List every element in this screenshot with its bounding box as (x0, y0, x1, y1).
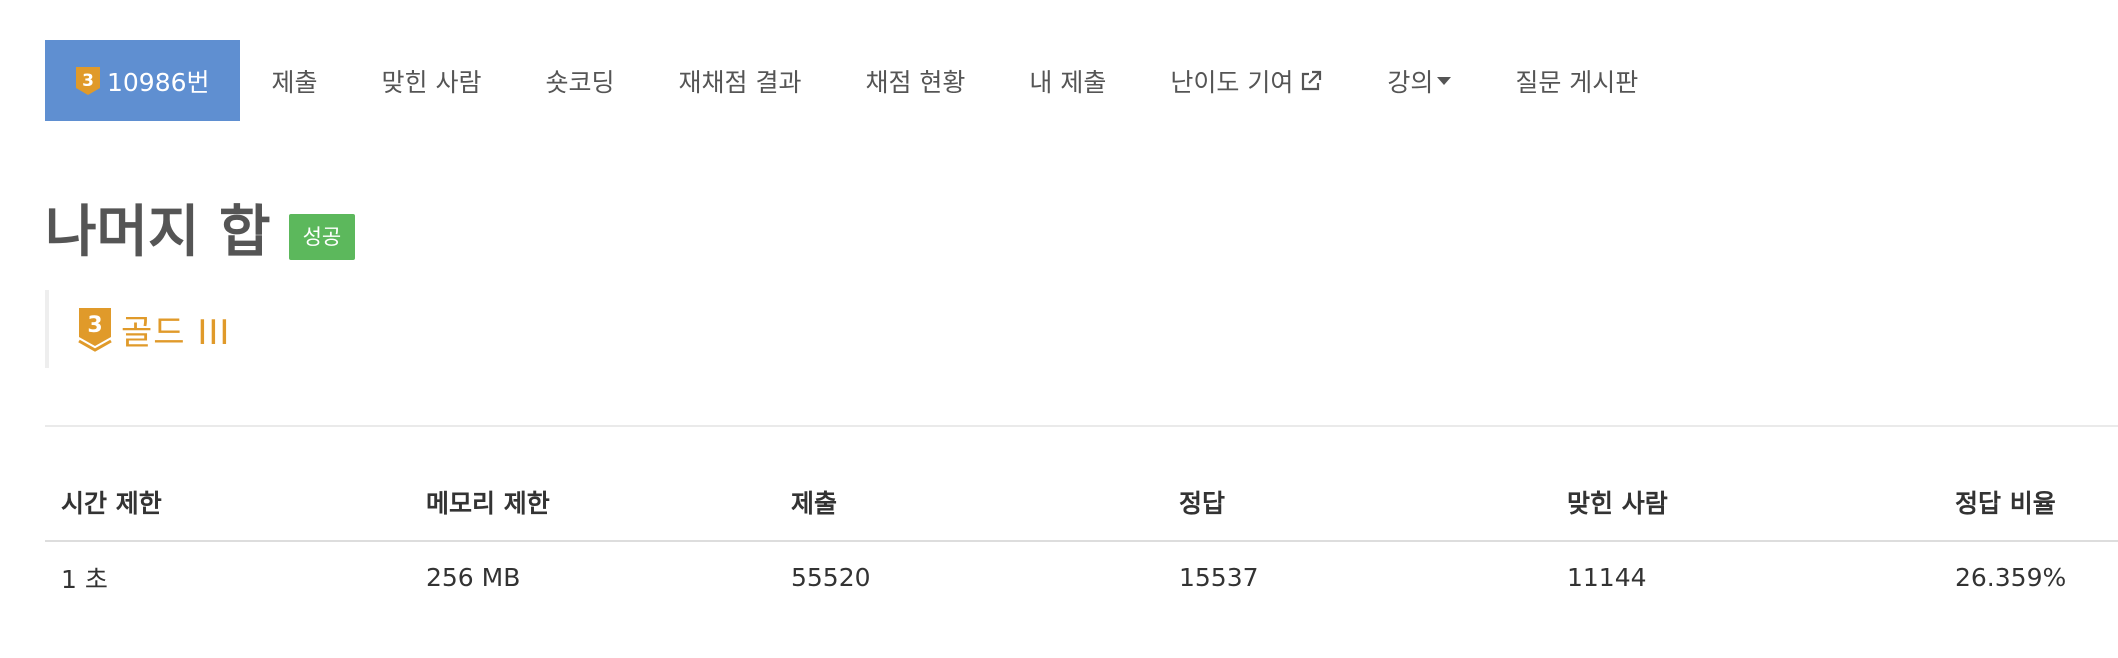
svg-text:3: 3 (82, 71, 94, 91)
menu-item-problem[interactable]: 3 10986번 (45, 40, 240, 121)
menu-item-submit[interactable]: 제출 (240, 40, 350, 121)
status-badge: 성공 (288, 214, 356, 260)
column-header: 정답 (1163, 470, 1551, 542)
menu-label: 제출 (271, 67, 318, 97)
column-header: 메모리 제한 (410, 470, 775, 542)
menu-item-difficulty[interactable]: 난이도 기여 (1138, 40, 1355, 121)
menu-label: 재채점 결과 (678, 67, 802, 97)
problem-number-label: 10986번 (107, 67, 210, 97)
menu-item-my-submissions[interactable]: 내 제출 (997, 40, 1138, 121)
menu-item-rejudge[interactable]: 재채점 결과 (647, 40, 834, 121)
column-header: 제출 (775, 470, 1163, 542)
submissions-cell: 55520 (791, 563, 871, 592)
solvers-cell: 11144 (1567, 563, 1647, 592)
menu-label: 강의 (1387, 67, 1434, 97)
menu-label: 질문 게시판 (1515, 67, 1639, 97)
gold-tier-icon: 3 (76, 66, 100, 95)
memory-limit-cell: 256 MB (426, 563, 521, 592)
tier-block: 3 골드 III (45, 290, 345, 368)
time-limit-cell: 1 초 (61, 564, 108, 594)
caret-down-icon (1437, 76, 1452, 85)
table-row: 1 초 256 MB 55520 15537 11144 26.359% (45, 541, 2118, 613)
problem-info-table: 시간 제한 메모리 제한 제출 정답 맞힌 사람 정답 비율 1 초 256 M… (45, 470, 2118, 613)
menu-item-qna-board[interactable]: 질문 게시판 (1483, 40, 1670, 121)
divider (45, 425, 2118, 427)
menu-label: 맞힌 사람 (381, 67, 482, 97)
menu-label: 숏코딩 (545, 67, 615, 97)
page-title: 나머지 합 (45, 200, 271, 265)
table-header-row: 시간 제한 메모리 제한 제출 정답 맞힌 사람 정답 비율 (45, 470, 2118, 542)
accept-ratio-cell: 26.359% (1955, 563, 2067, 592)
column-header: 정답 비율 (1939, 470, 2118, 542)
menu-label: 난이도 기여 (1170, 67, 1294, 97)
menu-label: 내 제출 (1029, 67, 1107, 97)
menu-label: 채점 현황 (865, 67, 966, 97)
menu-item-lectures[interactable]: 강의 (1355, 40, 1483, 121)
column-header: 시간 제한 (45, 470, 410, 542)
tier-label[interactable]: 골드 III (121, 305, 230, 354)
title-row: 나머지 합 성공 (45, 198, 356, 268)
gold-tier-icon: 3 (78, 308, 112, 352)
menu-item-solvers[interactable]: 맞힌 사람 (350, 40, 514, 121)
problem-menu: 3 10986번 제출 맞힌 사람 숏코딩 재채점 결과 채점 현황 내 제출 … (45, 40, 1670, 121)
menu-item-status[interactable]: 채점 현황 (833, 40, 997, 121)
column-header: 맞힌 사람 (1551, 470, 1939, 542)
menu-item-short-coding[interactable]: 숏코딩 (514, 40, 647, 121)
external-link-icon (1302, 70, 1322, 90)
accepted-cell: 15537 (1179, 563, 1259, 592)
svg-text:3: 3 (87, 313, 102, 338)
